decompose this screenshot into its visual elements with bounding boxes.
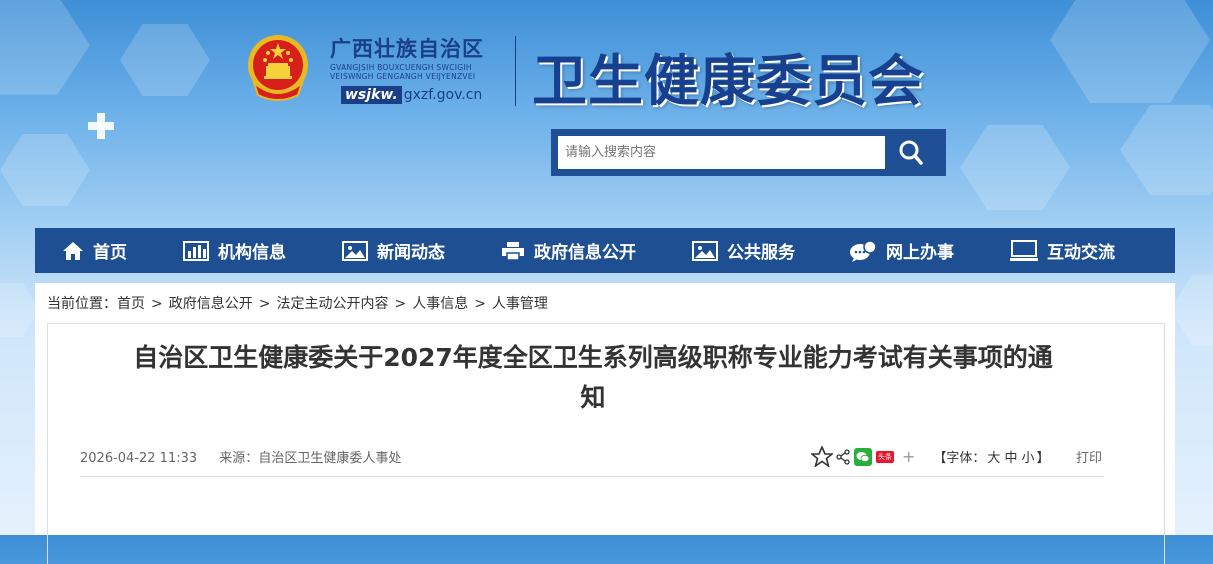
share-wechat-button[interactable] [854,447,872,466]
share-button[interactable] [836,448,850,465]
breadcrumb: 当前位置：首页 > 政府信息公开 > 法定主动公开内容 > 人事信息 > 人事管理 [47,293,548,313]
breadcrumb-item[interactable]: 人事信息 [412,296,468,312]
breadcrumb-prefix: 当前位置： [47,296,117,312]
domain-suffix: gxzf.gov.cn [403,87,483,103]
nav-item-label: 互动交流 [1047,243,1115,263]
nav-item-interaction[interactable]: 互动交流 [1010,228,1115,273]
site-domain: wsjkw. gxzf.gov.cn [341,86,483,104]
breadcrumb-separator: > [151,296,163,312]
toutiao-badge: 头条 [876,450,894,463]
search-bar [551,129,946,176]
breadcrumb-item[interactable]: 法定主动公开内容 [276,296,388,312]
nav-item-label: 公共服务 [727,243,795,263]
font-size-small-button[interactable]: 小 [1021,451,1034,466]
article-tools: 头条 + 【字体：大中小】 [811,446,1049,467]
print-button[interactable]: 打印 [1076,447,1102,466]
region-subtitle: GVANGJSIH BOUXCUENGH SWCIGIH VEISWNGH GE… [330,63,475,81]
source-value: 自治区卫生健康委人事处 [258,451,402,466]
nav-item-label: 首页 [93,243,127,263]
main-content: 当前位置：首页 > 政府信息公开 > 法定主动公开内容 > 人事信息 > 人事管理 自治区卫生健… [35,283,1175,564]
breadcrumb-item[interactable]: 政府信息公开 [169,296,253,312]
article-title: 自治区卫生健康委关于2027年度全区卫生系列高级职称专业能力考试有关事项的通 知 [75,338,1111,418]
image-icon [342,240,368,261]
main-nav: 首页 机构信息 新闻动态 政府信息公开 公共服务 网上办事 互动交流 [35,228,1175,273]
plus-decoration-icon [88,113,114,139]
nav-item-gov-info[interactable]: 政府信息公开 [501,228,636,273]
background-hexagon [0,283,40,337]
nav-item-organization[interactable]: 机构信息 [183,228,286,273]
site-header: 广西壮族自治区 GVANGJSIH BOUXCUENGH SWCIGIH VEI… [0,0,1213,228]
region-name: 广西壮族自治区 [330,37,484,61]
article-meta: 2026-04-22 11:33 来源：自治区卫生健康委人事处 [80,447,401,466]
meta-divider [80,476,1104,477]
share-toutiao-button[interactable]: 头条 [876,450,894,463]
search-input[interactable] [558,136,885,169]
search-button[interactable] [885,136,938,169]
font-size-label-open: 【字体： [933,451,986,466]
font-size-medium-button[interactable]: 中 [1004,451,1017,466]
nav-item-label: 机构信息 [218,243,286,263]
nav-item-news[interactable]: 新闻动态 [342,228,445,273]
monitor-icon [1010,239,1038,261]
home-icon [63,241,83,260]
font-size-label-close: 】 [1036,451,1050,466]
breadcrumb-separator: > [474,296,486,312]
nav-item-online-service[interactable]: 网上办事 [849,228,954,273]
nav-item-home[interactable]: 首页 [62,228,127,273]
star-icon [811,446,833,467]
favorite-button[interactable] [811,446,833,467]
more-share-button[interactable]: + [902,447,915,466]
share-icon [836,448,850,465]
bar-chart-icon [183,240,209,261]
image-icon [692,240,718,261]
nav-item-label: 新闻动态 [377,243,445,263]
breadcrumb-separator: > [258,296,271,312]
breadcrumb-item[interactable]: 首页 [117,296,145,312]
background-hexagon [1170,274,1213,346]
font-size-control: 【字体：大中小】 [933,447,1049,466]
printer-icon [502,241,524,261]
nav-item-label: 网上办事 [886,243,954,263]
source-label: 来源： [219,451,259,466]
search-icon [899,140,923,165]
national-emblem-icon [246,33,310,101]
site-title[interactable]: 卫生健康委员会 [532,36,924,116]
chat-bubble-icon [850,239,877,262]
wechat-icon [854,447,872,466]
region-subtitle-line1: GVANGJSIH BOUXCUENGH SWCIGIH [330,63,472,72]
nav-item-public-service[interactable]: 公共服务 [692,228,795,273]
breadcrumb-separator: > [394,296,407,312]
region-subtitle-line2: VEISWNGH GENGANGH VEIJYENZVEI [330,72,476,81]
domain-prefix: wsjkw. [341,86,402,104]
publish-date: 2026-04-22 11:33 [80,451,198,466]
nav-item-label: 政府信息公开 [534,243,636,263]
article-title-line1: 自治区卫生健康委关于2027年度全区卫生系列高级职称专业能力考试有关事项的通 [133,343,1053,372]
header-divider [515,36,516,106]
font-size-large-button[interactable]: 大 [987,451,1000,466]
breadcrumb-item[interactable]: 人事管理 [492,296,548,312]
plus-icon: + [902,447,916,466]
article-title-line2: 知 [580,383,606,412]
